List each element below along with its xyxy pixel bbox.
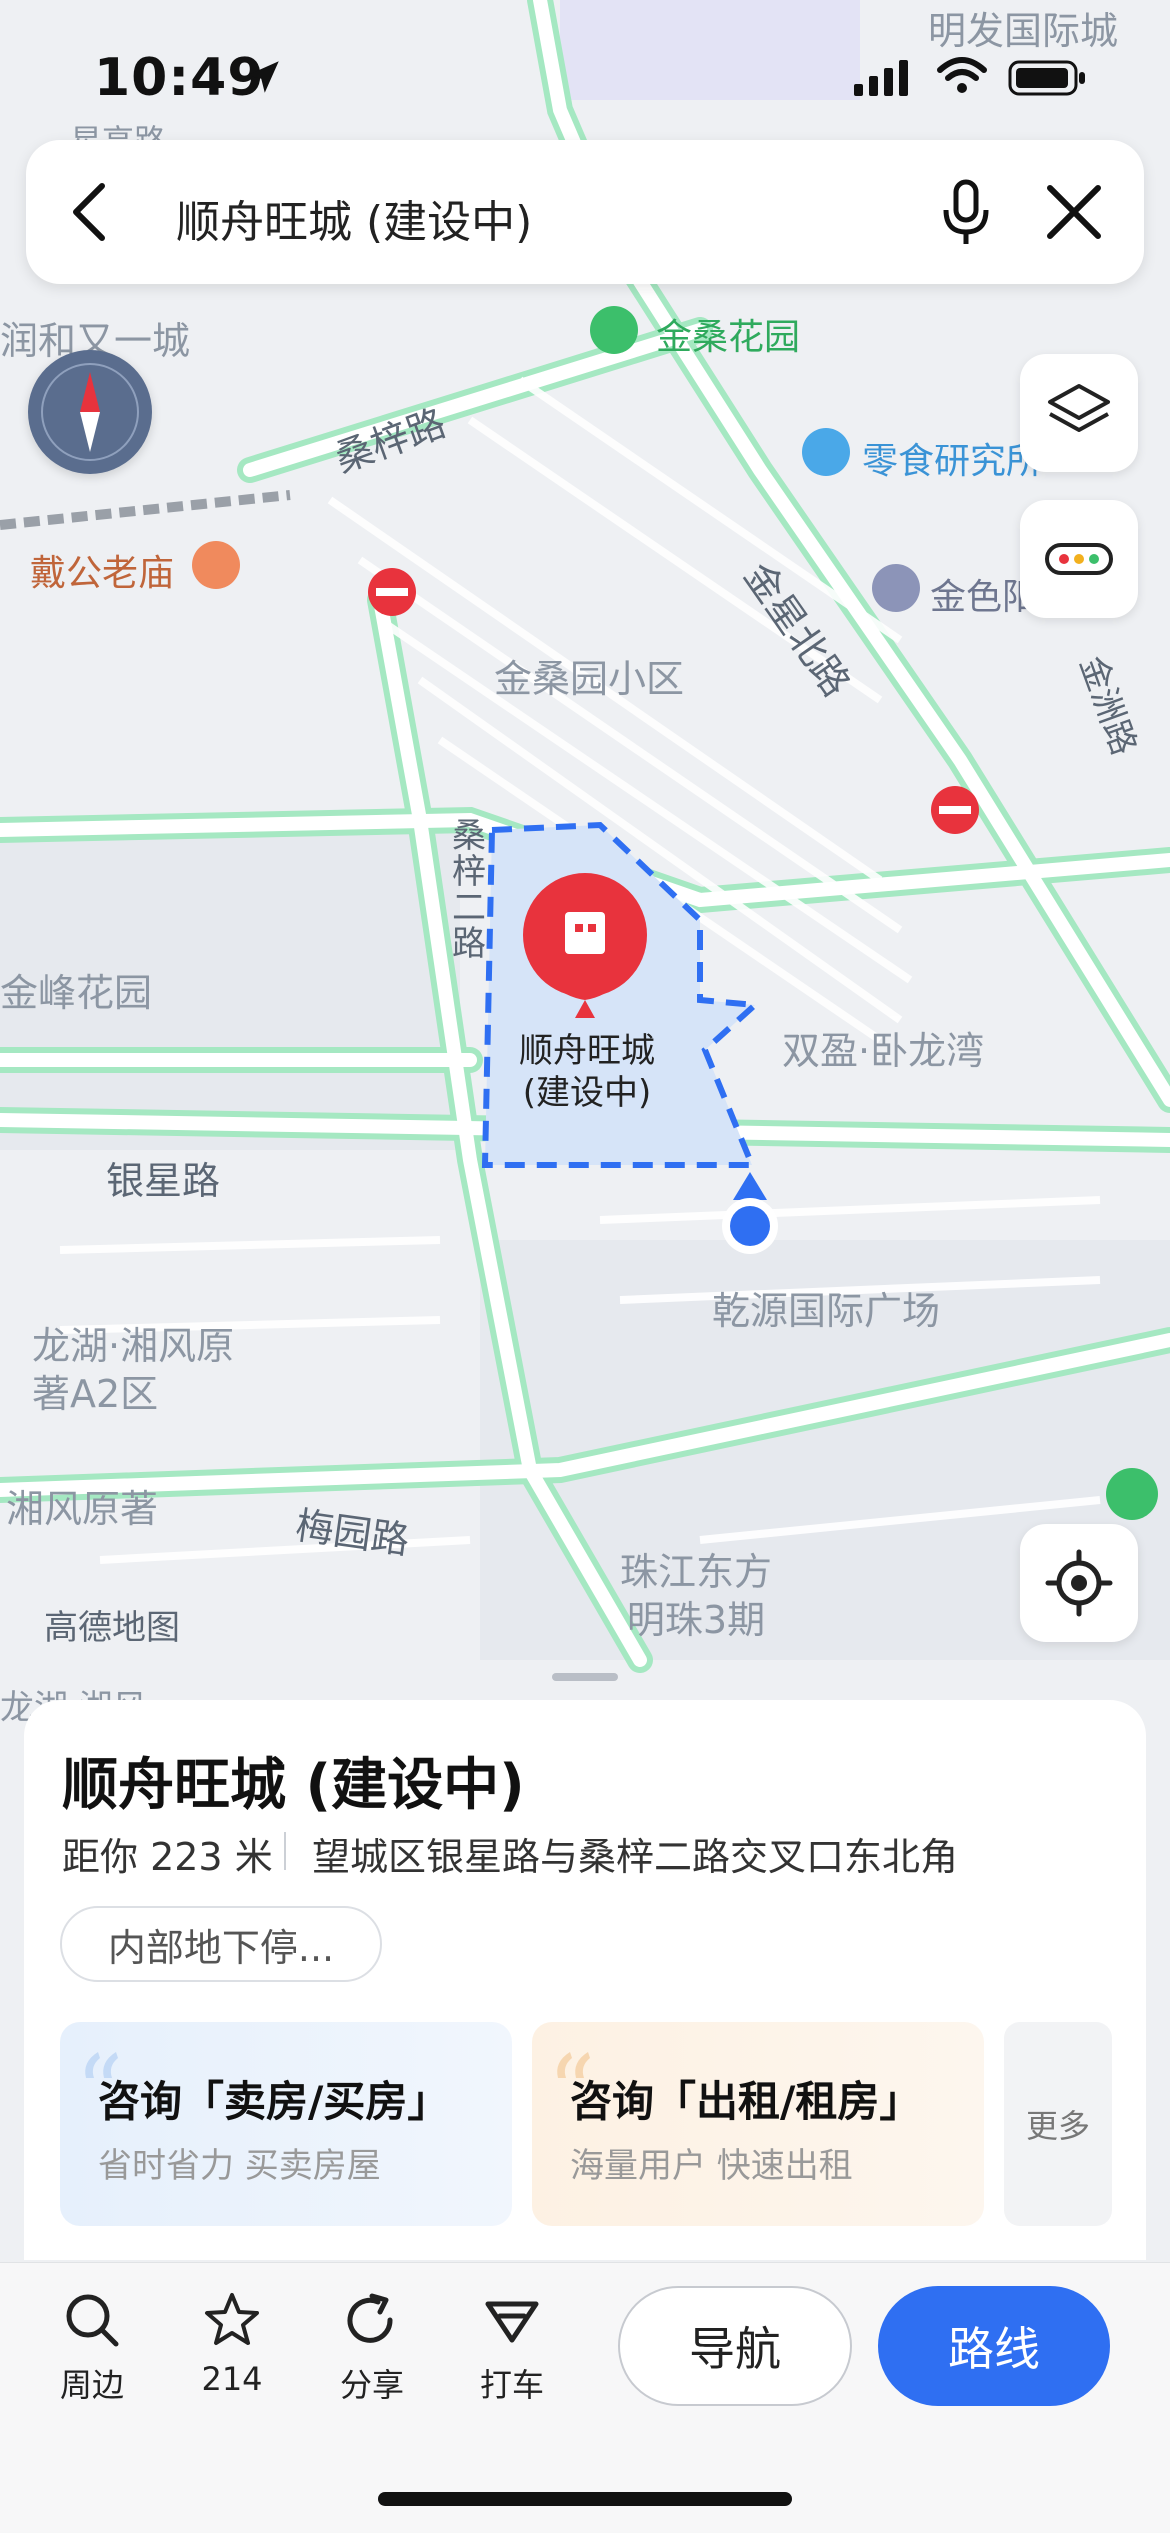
status-time: 10:49 <box>94 48 265 108</box>
place-distance: 距你 223 米 <box>62 1835 273 1879</box>
locate-me-button[interactable] <box>1020 1524 1138 1642</box>
map-label-lingshi[interactable]: 零食研究所 <box>862 432 1042 484</box>
nearby-button[interactable]: 周边 <box>42 2290 142 2406</box>
consult-sell-subtitle: 省时省力 买卖房屋 <box>98 2146 381 2186</box>
map-label-zhujiang: 珠江东方明珠3期 <box>619 1550 772 1642</box>
microphone-icon[interactable] <box>938 178 994 248</box>
route-button[interactable]: 路线 <box>878 2286 1110 2406</box>
layers-button[interactable] <box>1020 354 1138 472</box>
map-label-jinfeng: 金峰花园 <box>0 971 153 1015</box>
map-label-jinsang-community: 金桑园小区 <box>494 657 685 701</box>
nearby-label: 周边 <box>59 2366 124 2404</box>
close-icon[interactable] <box>1044 182 1104 242</box>
battery-icon <box>1008 60 1085 96</box>
compass-icon <box>41 363 139 461</box>
share-button[interactable]: 分享 <box>322 2290 422 2406</box>
map-label-longhu-a2: 龙湖·湘风原著A2区 <box>32 1324 235 1416</box>
layers-icon <box>1048 384 1110 432</box>
meta-divider <box>284 1832 286 1870</box>
favorite-count: 214 <box>201 2360 263 2398</box>
search-input[interactable]: 顺舟旺城 (建设中) <box>176 186 532 250</box>
tag-chip-parking[interactable]: 内部地下停... <box>60 1906 382 1982</box>
favorite-button[interactable]: 214 <box>182 2290 282 2398</box>
place-address: 望城区银星路与桑梓二路交叉口东北角 <box>312 1835 959 1879</box>
taxi-label: 打车 <box>479 2366 544 2404</box>
consult-sell-card[interactable]: 咨询「卖房/买房」 省时省力 买卖房屋 <box>60 2022 512 2226</box>
back-arrow-icon[interactable] <box>64 180 120 244</box>
traffic-light-icon <box>1045 543 1113 575</box>
map-marker-label[interactable]: 顺舟旺城(建设中) <box>498 1030 676 1114</box>
map-label-yinxing-road: 银星路 <box>106 1159 221 1203</box>
search-icon <box>66 2294 119 2347</box>
taxi-icon <box>485 2301 539 2343</box>
consult-rent-title: 咨询「出租/租房」 <box>570 2077 922 2126</box>
share-icon <box>347 2293 393 2343</box>
map-watermark: 高德地图 <box>44 1608 180 1648</box>
consult-sell-title: 咨询「卖房/买房」 <box>98 2077 450 2126</box>
map-label-daigong[interactable]: 戴公老庙 <box>30 544 174 596</box>
navigate-button[interactable]: 导航 <box>618 2286 852 2406</box>
location-arrow-icon <box>247 61 279 93</box>
cellular-signal-icon <box>854 60 908 96</box>
locate-icon <box>1045 1549 1113 1617</box>
map-label-xiangfeng: 湘风原著 <box>6 1487 159 1531</box>
consult-rent-card[interactable]: 咨询「出租/租房」 海量用户 快速出租 <box>532 2022 984 2226</box>
home-indicator[interactable] <box>378 2492 792 2506</box>
map-label-jinsang-garden[interactable]: 金桑花园 <box>656 308 800 360</box>
taxi-button[interactable]: 打车 <box>462 2290 562 2406</box>
map-label-sangzi2-road: 桑梓二路 <box>452 816 486 964</box>
more-button[interactable]: 更多 <box>1004 2022 1112 2226</box>
compass-button[interactable] <box>28 350 152 474</box>
place-title: 顺舟旺城 (建设中) <box>62 1753 525 1818</box>
map-label-qianyuan: 乾源国际广场 <box>712 1289 941 1333</box>
sheet-handle[interactable] <box>552 1673 618 1681</box>
map-label-mingfa: 明发国际城 <box>928 9 1119 53</box>
map-label-shuangying: 双盈·卧龙湾 <box>782 1029 985 1073</box>
star-icon <box>205 2293 259 2345</box>
wifi-icon <box>937 57 987 93</box>
traffic-button[interactable] <box>1020 500 1138 618</box>
share-label: 分享 <box>339 2366 404 2404</box>
consult-rent-subtitle: 海量用户 快速出租 <box>570 2146 853 2186</box>
